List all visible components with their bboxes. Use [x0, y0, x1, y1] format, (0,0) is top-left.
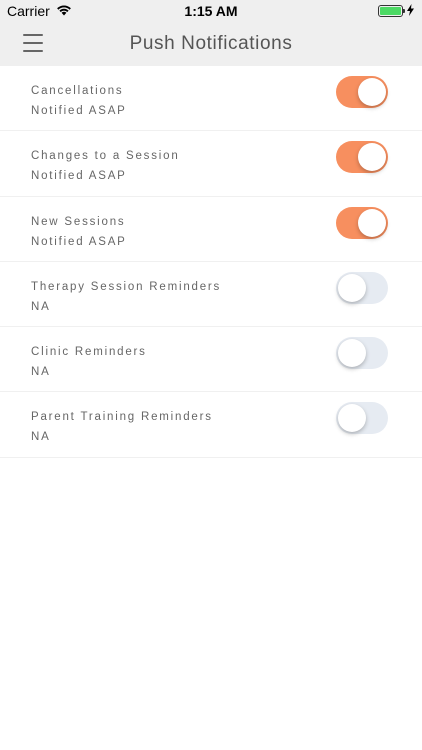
setting-title: Therapy Session Reminders: [31, 280, 222, 293]
status-left: Carrier: [7, 3, 72, 19]
toggle-knob: [338, 404, 366, 433]
setting-title: New Sessions: [31, 215, 126, 228]
toggle-parent-training-reminders[interactable]: [336, 402, 388, 435]
setting-subtitle: NA: [31, 366, 51, 379]
toggle-knob: [358, 143, 386, 172]
toggle-knob: [358, 78, 386, 106]
bolt-icon: [407, 3, 414, 19]
status-right: [378, 3, 414, 19]
toggle-clinic-reminders[interactable]: [336, 337, 388, 370]
wifi-icon: [56, 3, 72, 19]
setting-title: Clinic Reminders: [31, 346, 147, 359]
setting-subtitle: Notified ASAP: [31, 105, 127, 117]
setting-title: Cancellations: [31, 85, 124, 97]
setting-subtitle: Notified ASAP: [31, 235, 127, 248]
setting-row-parent-training-reminders: Parent Training Reminders NA: [0, 392, 422, 458]
setting-row-new-sessions: New Sessions Notified ASAP: [0, 197, 422, 262]
status-bar: Carrier 1:15 AM: [0, 0, 422, 22]
setting-subtitle: NA: [31, 431, 51, 444]
setting-subtitle: Notified ASAP: [31, 170, 127, 183]
page-title: Push Notifications: [129, 33, 293, 54]
setting-row-therapy-session-reminders: Therapy Session Reminders NA: [0, 262, 422, 328]
battery-icon: [378, 5, 405, 17]
toggle-new-sessions[interactable]: [336, 206, 388, 239]
setting-title: Changes to a Session: [31, 150, 180, 163]
setting-title: Parent Training Reminders: [31, 411, 213, 424]
toggle-knob: [338, 339, 366, 368]
setting-row-cancellations: Cancellations Notified ASAP: [0, 66, 422, 132]
setting-subtitle: NA: [31, 300, 51, 313]
carrier-label: Carrier: [7, 3, 50, 19]
toggle-changes-to-session[interactable]: [336, 141, 388, 174]
setting-row-clinic-reminders: Clinic Reminders NA: [0, 327, 422, 393]
toggle-therapy-session-reminders[interactable]: [336, 271, 388, 304]
notification-settings-list: Cancellations Notified ASAP Changes to a…: [0, 66, 422, 458]
nav-bar: Push Notifications: [0, 22, 422, 66]
toggle-knob: [338, 273, 366, 302]
toggle-cancellations[interactable]: [336, 76, 388, 108]
toggle-knob: [358, 208, 386, 237]
setting-row-changes-to-session: Changes to a Session Notified ASAP: [0, 131, 422, 197]
hamburger-menu-icon[interactable]: [23, 34, 43, 52]
